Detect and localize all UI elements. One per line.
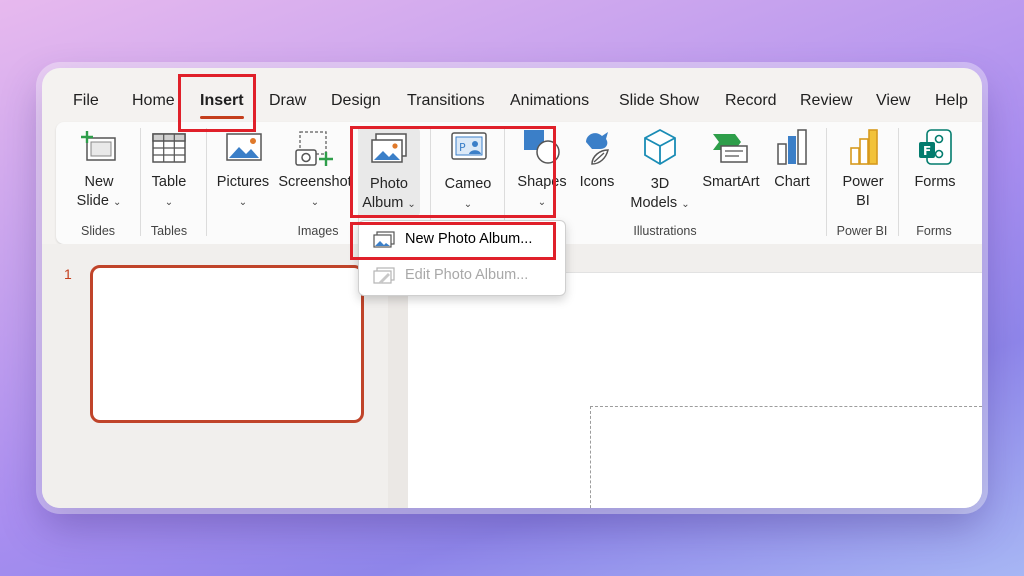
tab-animations[interactable]: Animations [510,92,589,110]
tab-design[interactable]: Design [331,92,381,110]
screenshot-icon [295,131,333,166]
tab-help[interactable]: Help [935,92,968,110]
3d-models-label-1: 3D [650,176,670,192]
edit-photo-album-label: Edit Photo Album... [405,267,529,283]
divider [206,128,207,236]
smartart-icon [713,134,748,163]
group-label-power-bi: Power BI [836,224,888,238]
table-button[interactable]: Table ⌄ [144,126,194,212]
tab-review[interactable]: Review [800,92,852,110]
ribbon-highlight [350,126,556,218]
new-slide-label-2: Slide ⌄ [76,193,122,209]
table-icon [152,133,186,163]
slide-thumbnail[interactable] [90,265,364,423]
3d-models-label-2: Models ⌄ [630,195,690,211]
group-label-tables: Tables [150,224,188,238]
power-bi-label-2: BI [856,193,870,209]
divider [898,128,899,236]
forms-icon: F [919,129,952,165]
icons-label: Icons [579,174,615,190]
group-label-forms: Forms [916,224,952,238]
edit-photo-album-menu-item[interactable]: Edit Photo Album... [373,264,563,288]
chart-button[interactable]: Chart [768,126,816,212]
divider [140,128,141,236]
tab-draw[interactable]: Draw [269,92,306,110]
table-chevron-icon: ⌄ [164,197,174,208]
3d-models-button[interactable]: 3D Models ⌄ [624,126,696,212]
power-bi-icon [850,129,878,165]
powerpoint-window: File Home Insert Draw Design Transitions… [42,68,982,508]
tab-slide-show[interactable]: Slide Show [619,92,699,110]
power-bi-button[interactable]: Power BI [834,126,892,212]
smartart-button[interactable]: SmartArt [698,126,764,212]
table-label: Table [151,174,187,190]
power-bi-label-1: Power [842,174,884,190]
forms-button[interactable]: F Forms [908,126,962,212]
pictures-label: Pictures [216,174,270,190]
insert-tab-highlight [178,74,256,132]
icons-icon [586,132,609,165]
tab-view[interactable]: View [876,92,910,110]
screenshot-button[interactable]: Screenshot ⌄ [276,126,354,212]
smartart-label: SmartArt [702,174,760,190]
group-label-images: Images [297,224,339,238]
pictures-icon [226,133,262,161]
icons-button[interactable]: Icons [574,126,620,212]
forms-label: Forms [914,174,956,190]
tab-file[interactable]: File [73,92,99,110]
screenshot-label: Screenshot [278,174,352,190]
new-slide-icon [81,131,116,161]
bar-chart-icon [777,129,807,165]
pictures-button[interactable]: Pictures ⌄ [214,126,272,212]
new-photo-album-highlight [350,222,556,260]
pictures-chevron-icon: ⌄ [238,197,248,208]
slide-number: 1 [64,266,72,282]
svg-text:F: F [923,144,931,158]
edit-photo-album-icon [373,267,395,284]
tab-home[interactable]: Home [132,92,175,110]
tab-transitions[interactable]: Transitions [407,92,485,110]
tab-record[interactable]: Record [725,92,777,110]
new-slide-label-1: New [84,174,114,190]
screenshot-chevron-icon: ⌄ [310,197,320,208]
chart-label: Chart [774,174,810,190]
new-slide-button[interactable]: New Slide ⌄ [68,126,130,212]
cube-icon [644,128,676,166]
group-label-slides: Slides [80,224,116,238]
divider [826,128,827,236]
group-label-illustrations: Illustrations [633,224,697,238]
content-placeholder[interactable] [590,406,982,508]
